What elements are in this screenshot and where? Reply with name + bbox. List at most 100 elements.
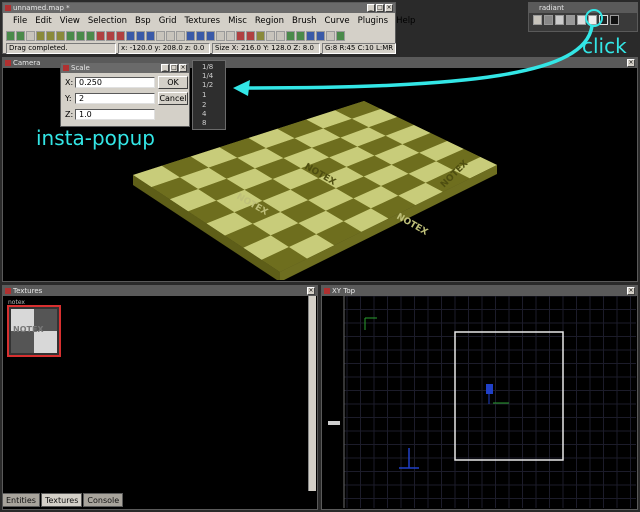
scale-tool-icon[interactable] (216, 31, 225, 41)
compile-tool-icon[interactable] (336, 31, 345, 41)
patch-tool-icon[interactable] (236, 31, 245, 41)
window-float-icon[interactable] (555, 15, 564, 25)
select-inside-tool-icon[interactable] (116, 31, 125, 41)
scale-ok-button[interactable]: OK (158, 76, 188, 89)
scale-z-input[interactable]: 1.0 (75, 109, 155, 120)
drag-vertices-tool-icon[interactable] (276, 31, 285, 41)
maximize-button[interactable]: □ (376, 4, 384, 12)
menu-textures[interactable]: Textures (181, 15, 225, 28)
change-view-tool-icon[interactable] (166, 31, 175, 41)
quick-value-1-8[interactable]: 1/8 (202, 63, 213, 71)
window-split-icon[interactable] (544, 15, 553, 25)
menu-view[interactable]: View (56, 15, 84, 28)
rotate-z-tool-icon[interactable] (86, 31, 95, 41)
status-grid: G:8 R:45 C:10 L:MR (322, 43, 396, 54)
window-tile-icon[interactable] (566, 15, 575, 25)
menu-bar: File Edit View Selection Bsp Grid Textur… (9, 15, 419, 28)
scale-dialog-titlebar[interactable]: Scale _ □ × (61, 63, 189, 73)
separator-tool-icon[interactable] (26, 31, 35, 41)
camera-tool-icon[interactable] (306, 31, 315, 41)
radiant-window: radiant (528, 2, 638, 32)
xy-close-button[interactable]: × (627, 287, 635, 295)
menu-region[interactable]: Region (251, 15, 288, 28)
open-tool-icon[interactable] (6, 31, 15, 41)
clipper-tool-icon[interactable] (156, 31, 165, 41)
xy-top-titlebar[interactable]: XY Top × (322, 286, 637, 296)
csg-subtract-tool-icon[interactable] (126, 31, 135, 41)
bend-tool-icon[interactable] (246, 31, 255, 41)
quick-value-2[interactable]: 2 (202, 101, 206, 109)
scale-maximize-button[interactable]: □ (170, 64, 178, 72)
close-button[interactable]: × (385, 4, 393, 12)
menu-plugins[interactable]: Plugins (354, 15, 392, 28)
status-message: Drag completed. (6, 43, 116, 54)
entity-tool-icon[interactable] (256, 31, 265, 41)
radiant-window-title: radiant (539, 4, 565, 12)
cubic-clip-tool-icon[interactable] (226, 31, 235, 41)
scale-cancel-button[interactable]: Cancel (158, 92, 188, 105)
camera-marker-icon[interactable] (486, 384, 493, 394)
hollow-tool-icon[interactable] (146, 31, 155, 41)
tab-textures[interactable]: Textures (40, 493, 83, 507)
menu-file[interactable]: File (9, 15, 31, 28)
quick-scale-list: 1/8 1/4 1/2 1 2 4 8 (192, 60, 226, 130)
radiant-window-titlebar[interactable]: radiant (529, 3, 637, 13)
flip-z-tool-icon[interactable] (56, 31, 65, 41)
view-z-tool-icon[interactable] (206, 31, 215, 41)
scale-x-input[interactable]: 0.250 (75, 77, 155, 88)
menu-edit[interactable]: Edit (31, 15, 55, 28)
plugin-tool-icon[interactable] (316, 31, 325, 41)
main-window-titlebar[interactable]: unnamed.map * _ □ × (3, 3, 395, 13)
thumb-logo: NOTEX (13, 325, 44, 334)
select-touching-tool-icon[interactable] (106, 31, 115, 41)
flip-x-tool-icon[interactable] (36, 31, 45, 41)
flip-y-tool-icon[interactable] (46, 31, 55, 41)
select-complete-tool-icon[interactable] (96, 31, 105, 41)
scale-dialog-title: Scale (71, 64, 90, 72)
lock-tool-icon[interactable] (296, 31, 305, 41)
console-tool-icon[interactable] (326, 31, 335, 41)
menu-bsp[interactable]: Bsp (131, 15, 155, 28)
tab-entities[interactable]: Entities (2, 493, 40, 507)
csg-merge-tool-icon[interactable] (136, 31, 145, 41)
window-layout-icon[interactable] (533, 15, 542, 25)
menu-grid[interactable]: Grid (155, 15, 181, 28)
scale-dialog-icon (63, 65, 69, 71)
camera-title: Camera (13, 59, 41, 67)
menu-selection[interactable]: Selection (84, 15, 131, 28)
xy-ruler-marker[interactable] (328, 421, 340, 425)
extra-tool-icon[interactable] (610, 15, 619, 25)
menu-misc[interactable]: Misc (224, 15, 251, 28)
textures-viewport[interactable]: notex NOTEX (4, 296, 308, 491)
camera-close-button[interactable]: × (627, 59, 635, 67)
quick-value-8[interactable]: 8 (202, 119, 206, 127)
textures-titlebar[interactable]: Textures × (3, 286, 317, 296)
drag-edges-tool-icon[interactable] (266, 31, 275, 41)
bottom-tabs: Entities Textures Console (2, 493, 124, 507)
view-y-tool-icon[interactable] (196, 31, 205, 41)
app-icon (5, 5, 11, 11)
rotate-y-tool-icon[interactable] (76, 31, 85, 41)
region-tool-icon[interactable] (286, 31, 295, 41)
quick-value-1-4[interactable]: 1/4 (202, 72, 213, 80)
minimize-button[interactable]: _ (367, 4, 375, 12)
texture-thumbnail-notex[interactable]: NOTEX (7, 305, 61, 357)
quick-value-1[interactable]: 1 (202, 91, 206, 99)
scale-y-label: Y: (65, 94, 72, 103)
rotate-x-tool-icon[interactable] (66, 31, 75, 41)
tab-console[interactable]: Console (83, 493, 124, 507)
menu-help[interactable]: Help (392, 15, 419, 28)
view-x-tool-icon[interactable] (186, 31, 195, 41)
scale-y-input[interactable]: 2 (75, 93, 155, 104)
textures-scrollbar[interactable] (308, 296, 316, 491)
menu-curve[interactable]: Curve (321, 15, 354, 28)
textures-close-button[interactable]: × (307, 287, 315, 295)
quick-value-4[interactable]: 4 (202, 110, 206, 118)
scale-minimize-button[interactable]: _ (161, 64, 169, 72)
quick-value-1-2[interactable]: 1/2 (202, 81, 213, 89)
scale-close-button[interactable]: × (179, 64, 187, 72)
menu-brush[interactable]: Brush (288, 15, 321, 28)
xy-viewport[interactable] (323, 296, 636, 508)
texture-view-mode-tool-icon[interactable] (176, 31, 185, 41)
save-tool-icon[interactable] (16, 31, 25, 41)
